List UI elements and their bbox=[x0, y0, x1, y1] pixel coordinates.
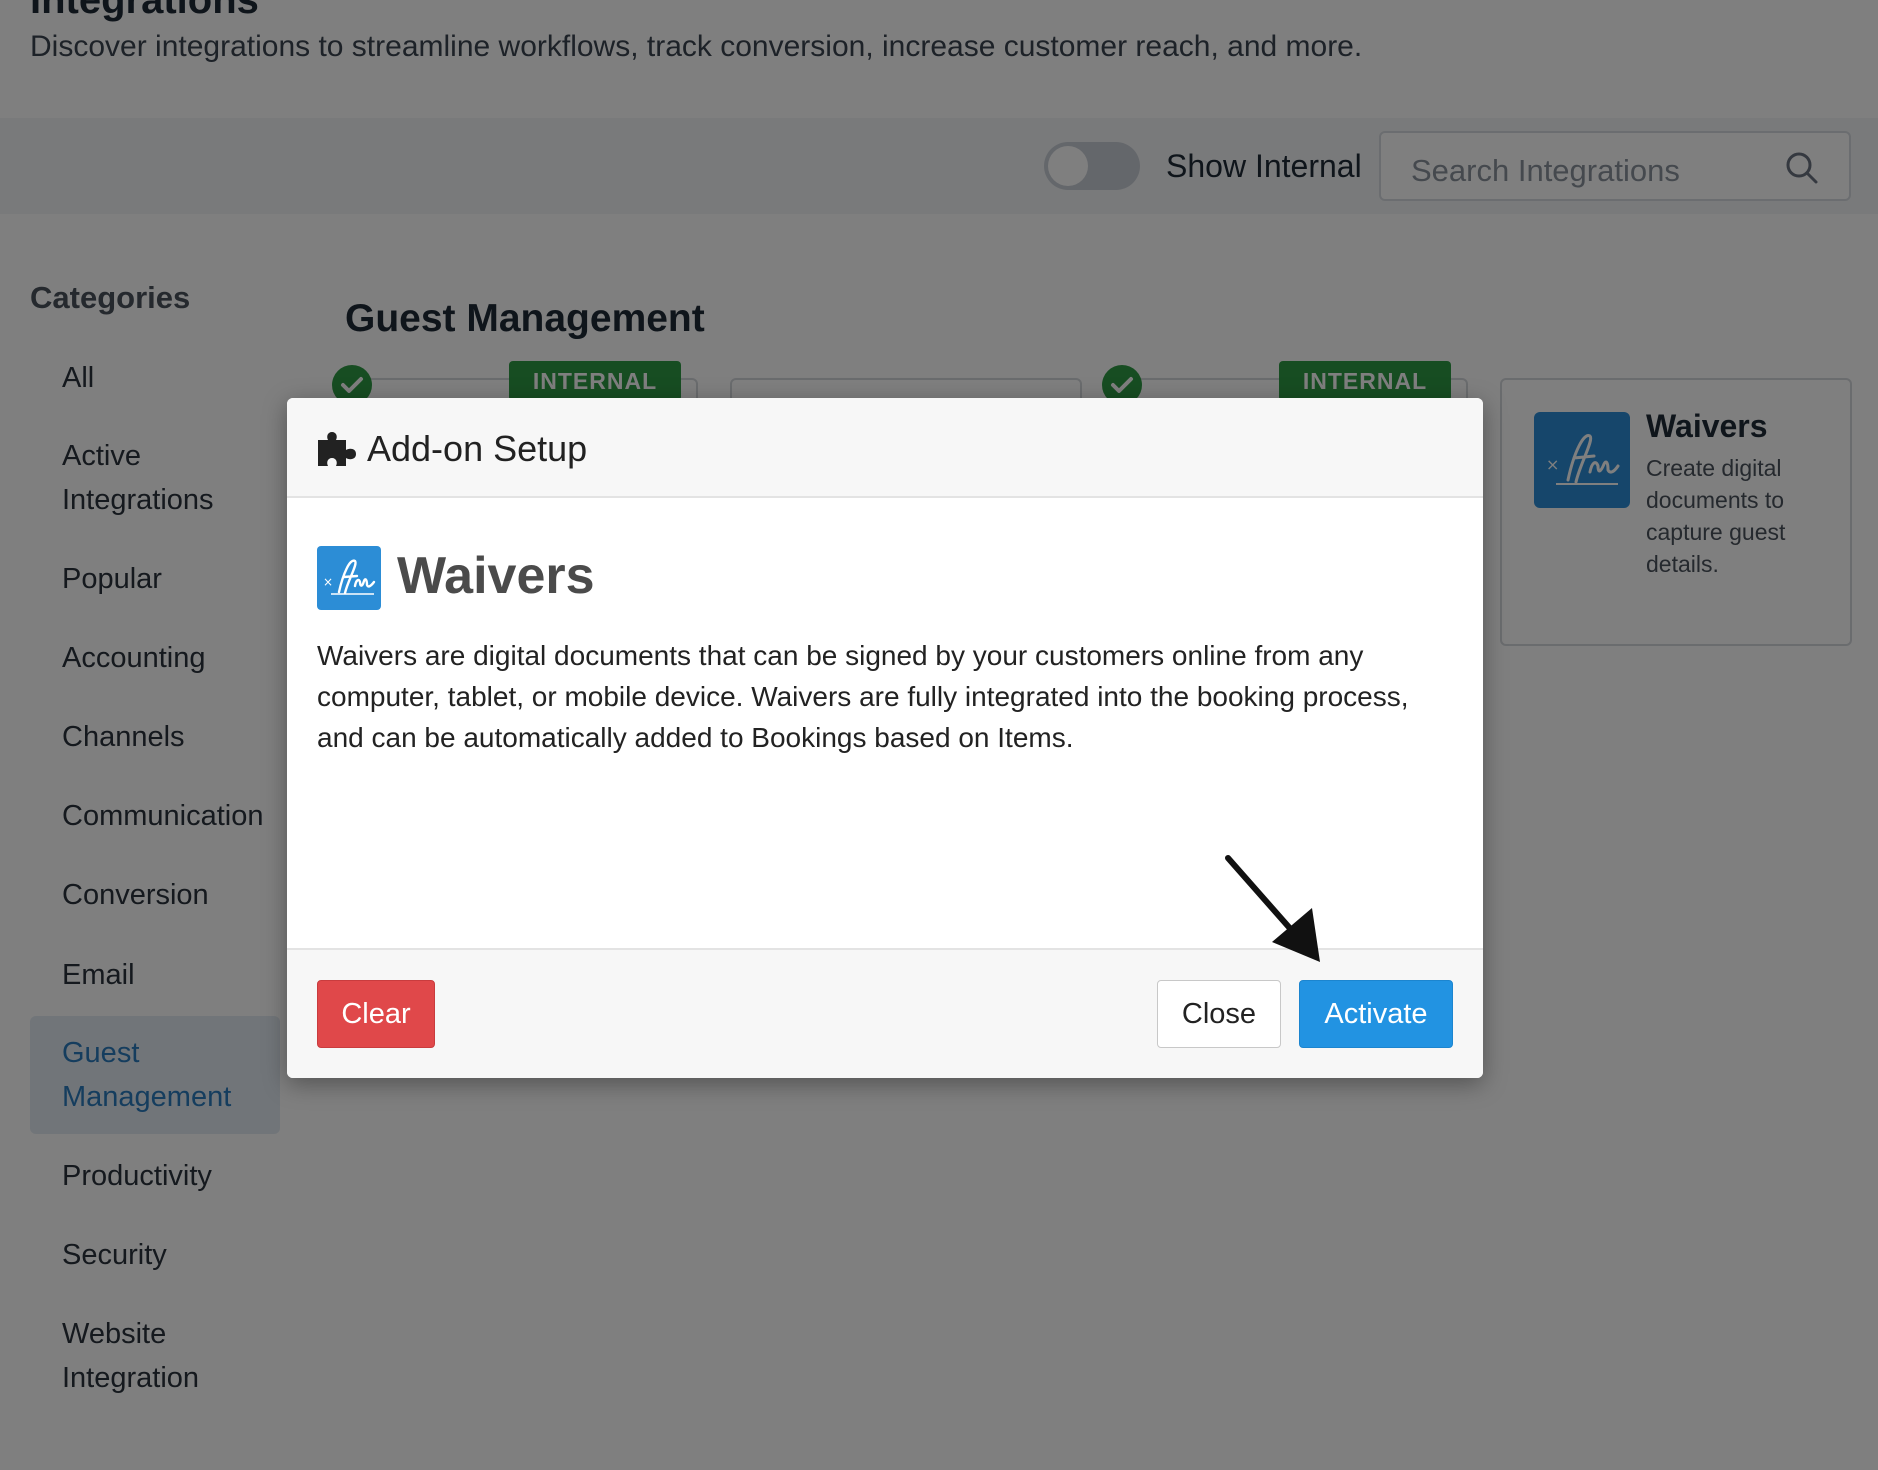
modal-header: Add-on Setup bbox=[287, 398, 1483, 498]
signature-icon: × bbox=[317, 546, 381, 610]
puzzle-icon bbox=[318, 432, 356, 466]
svg-text:×: × bbox=[323, 575, 333, 589]
modal-title: Add-on Setup bbox=[367, 428, 588, 469]
pointer-arrow-icon bbox=[1225, 855, 1320, 962]
close-button[interactable]: Close bbox=[1157, 980, 1281, 1048]
clear-button[interactable]: Clear bbox=[317, 980, 435, 1048]
addon-name: Waivers bbox=[397, 547, 595, 605]
activate-button[interactable]: Activate bbox=[1299, 980, 1453, 1048]
addon-description: Waivers are digital documents that can b… bbox=[317, 640, 1409, 753]
addon-setup-modal: Add-on Setup × Waivers Waivers are digit… bbox=[287, 398, 1483, 1078]
